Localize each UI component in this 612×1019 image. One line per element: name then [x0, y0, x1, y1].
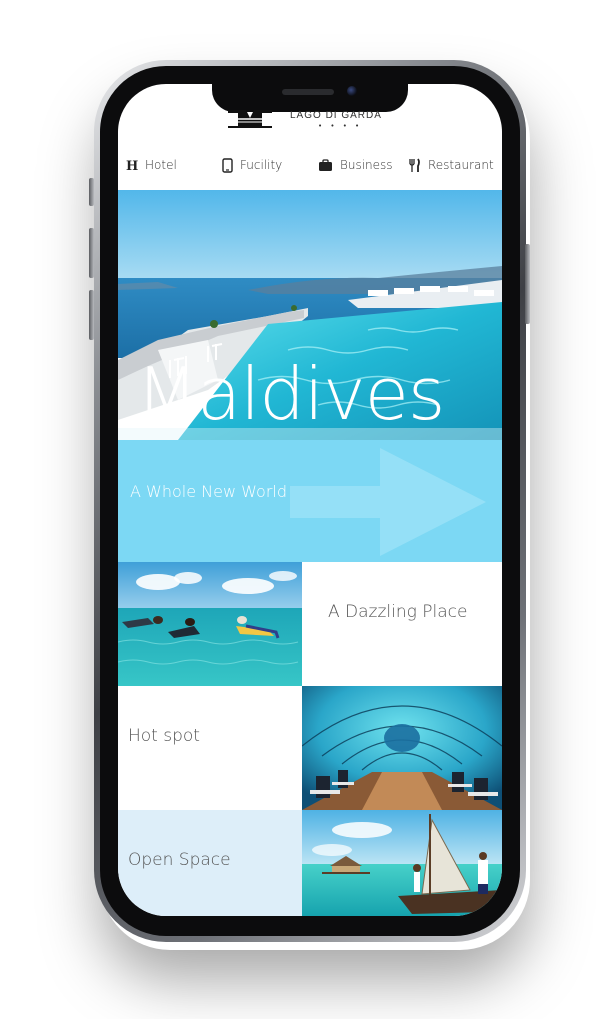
nav-item-business[interactable]: Business: [318, 158, 393, 172]
stage: LAGO DI GARDA • • • • H Hotel Fucility B: [0, 0, 612, 1019]
phone-device-icon: [222, 157, 233, 173]
dhoni-boat-photo: [302, 810, 502, 916]
tile-hotspot-label: Hot spot: [128, 726, 200, 746]
volume-up-button: [89, 228, 94, 278]
fork-knife-icon: [408, 158, 421, 173]
earpiece-speaker: [282, 89, 334, 95]
top-nav: H Hotel Fucility Business Restaurant: [118, 150, 502, 180]
svg-text:H: H: [126, 159, 138, 172]
tile-dazzling-label: A Dazzling Place: [328, 602, 468, 622]
nav-label-hotel: Hotel: [145, 158, 177, 172]
tile-dazzling[interactable]: A Dazzling Place: [302, 562, 502, 686]
nav-label-business: Business: [340, 158, 393, 172]
nav-label-fucility: Fucility: [240, 158, 283, 172]
front-camera-icon: [347, 86, 357, 96]
swimmers-photo: [118, 562, 302, 686]
volume-down-button: [89, 290, 94, 340]
brand-name: LAGO DI GARDA: [290, 110, 382, 121]
power-button: [525, 244, 530, 324]
tile-image-boat[interactable]: [302, 810, 502, 916]
tile-openspace[interactable]: Open Space: [118, 810, 302, 916]
nav-item-hotel[interactable]: H Hotel: [126, 158, 177, 172]
tile-hotspot[interactable]: Hot spot: [118, 686, 302, 810]
underwater-restaurant-photo: [302, 686, 502, 810]
banner-tagline: A Whole New World: [130, 482, 287, 501]
nav-label-restaurant: Restaurant: [428, 158, 494, 172]
hero-title: Maldives: [136, 352, 445, 436]
tile-image-underwater[interactable]: [302, 686, 502, 810]
briefcase-icon: [318, 158, 333, 172]
tile-openspace-label: Open Space: [128, 850, 231, 870]
tile-image-swimmers[interactable]: [118, 562, 302, 686]
mute-switch: [89, 178, 94, 206]
tagline-banner[interactable]: A Whole New World: [118, 440, 502, 562]
hero-image[interactable]: Maldives: [118, 190, 502, 440]
arrow-right-icon: [290, 448, 486, 556]
screen: LAGO DI GARDA • • • • H Hotel Fucility B: [118, 84, 502, 916]
brand-dots: • • • •: [318, 122, 363, 130]
lago-logo-icon: [228, 110, 272, 128]
nav-item-restaurant[interactable]: Restaurant: [408, 158, 494, 173]
nav-item-fucility[interactable]: Fucility: [222, 157, 283, 173]
hotel-h-icon: H: [126, 158, 138, 172]
